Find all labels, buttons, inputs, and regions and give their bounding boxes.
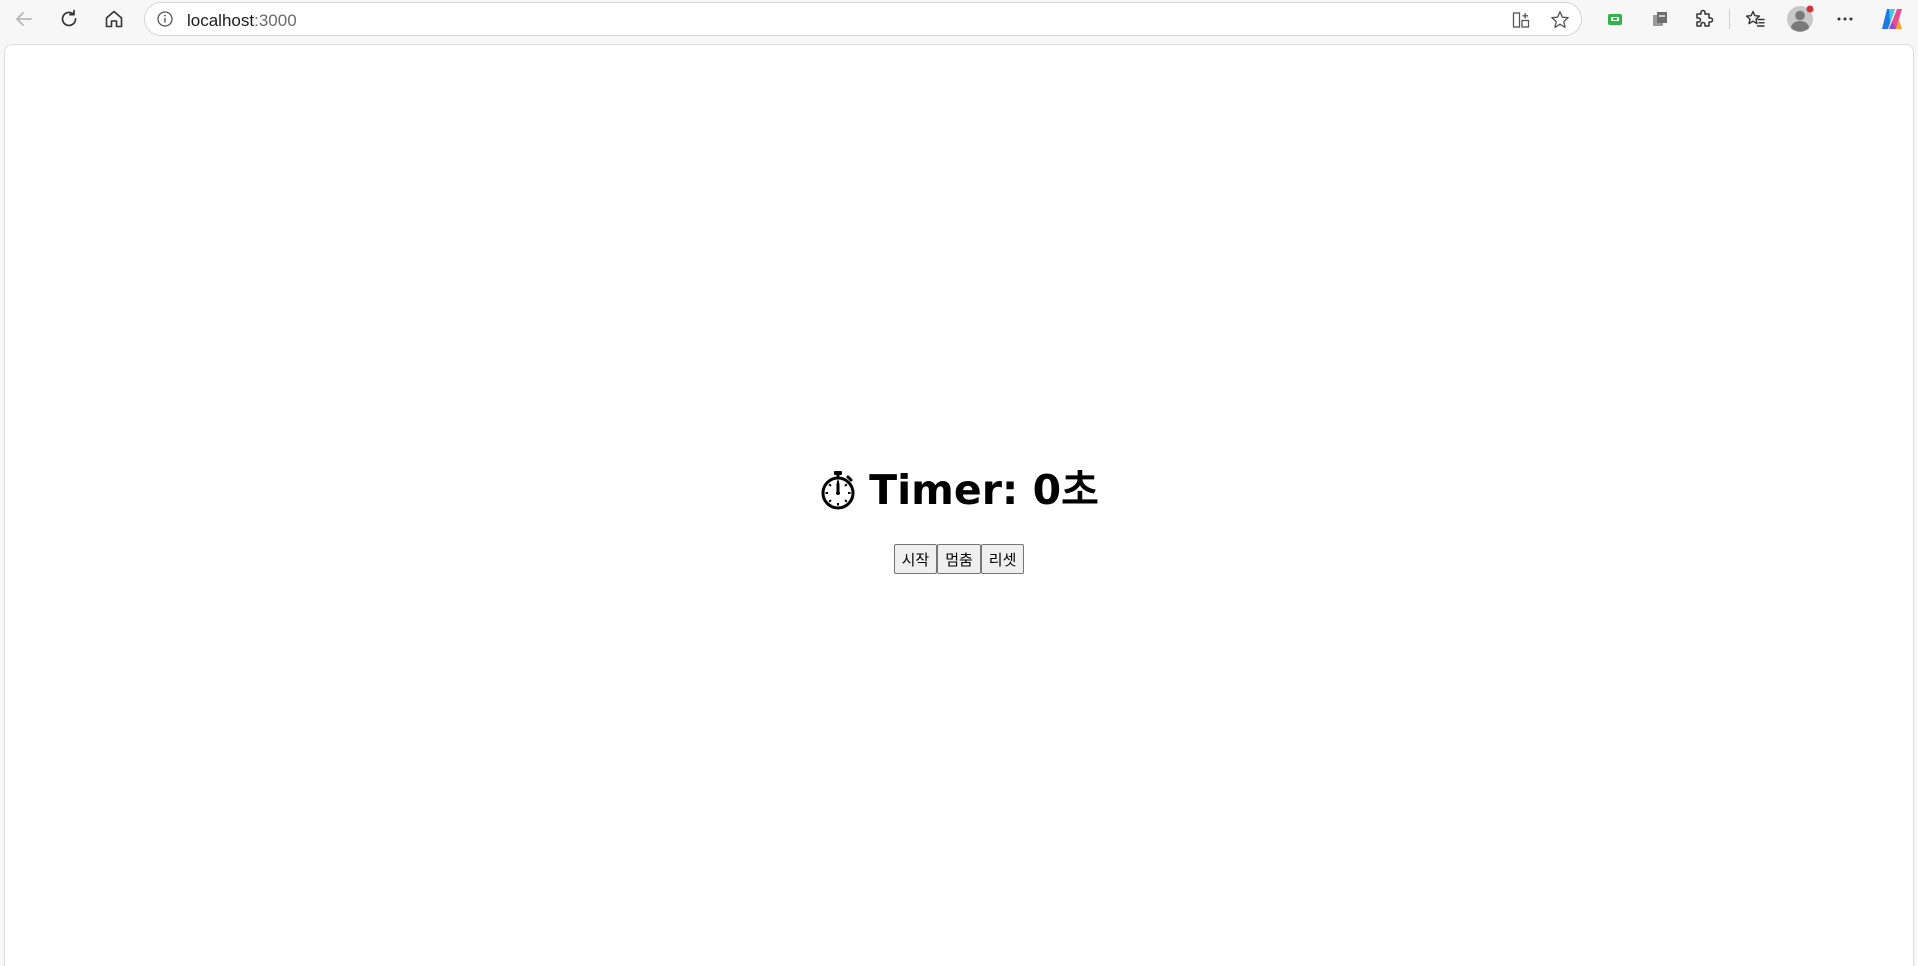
- star-icon: [1551, 11, 1569, 28]
- avatar-icon: [1787, 5, 1814, 32]
- browser-toolbar: localhost:3000: [0, 0, 1918, 38]
- extensions-button[interactable]: [1686, 2, 1722, 36]
- stopwatch-icon: [821, 471, 855, 510]
- favorites-list-button[interactable]: [1737, 2, 1773, 36]
- collections-button[interactable]: [1642, 2, 1678, 36]
- split-screen-icon: [1512, 12, 1530, 28]
- start-button[interactable]: 시작: [893, 544, 938, 574]
- page-viewport: Timer: 0초 시작 멈춤 리셋: [4, 44, 1914, 966]
- favorites-list-icon: [1745, 10, 1765, 27]
- more-button[interactable]: [1827, 2, 1863, 36]
- split-screen-button[interactable]: [1506, 6, 1536, 34]
- refresh-button[interactable]: [51, 2, 87, 36]
- copilot-button[interactable]: [1874, 2, 1910, 36]
- puzzle-icon: [1696, 9, 1714, 27]
- timer-seconds: 0: [1032, 466, 1062, 514]
- toolbar-divider: [1729, 9, 1730, 29]
- profile-button[interactable]: [1782, 2, 1818, 36]
- timer-text: Timer: 0초: [869, 465, 1099, 515]
- home-icon: [105, 10, 123, 28]
- more-icon: [1837, 17, 1853, 21]
- favorite-button[interactable]: [1545, 6, 1575, 34]
- reset-button[interactable]: 리셋: [980, 544, 1025, 574]
- collections-icon: [1653, 12, 1667, 26]
- timer-controls: 시작 멈춤 리셋: [5, 544, 1913, 574]
- home-button[interactable]: [96, 2, 132, 36]
- back-arrow-icon: [16, 12, 32, 26]
- copilot-icon: [1882, 9, 1902, 29]
- extension-button[interactable]: [1597, 2, 1633, 36]
- site-info-button[interactable]: [151, 6, 179, 32]
- address-bar[interactable]: localhost:3000: [144, 2, 1582, 36]
- back-button[interactable]: [6, 2, 42, 36]
- url-text[interactable]: localhost:3000: [187, 11, 297, 31]
- timer-app: Timer: 0초 시작 멈춤 리셋: [5, 465, 1913, 574]
- timer-prefix: Timer:: [869, 466, 1033, 514]
- refresh-icon: [61, 9, 77, 27]
- extension-icon: [1608, 14, 1622, 25]
- url-host: localhost: [187, 11, 255, 30]
- timer-heading: Timer: 0초: [819, 465, 1099, 515]
- timer-unit: 초: [1061, 466, 1099, 514]
- url-port: :3000: [254, 11, 297, 30]
- info-icon: [157, 11, 173, 27]
- stop-button[interactable]: 멈춤: [937, 544, 981, 574]
